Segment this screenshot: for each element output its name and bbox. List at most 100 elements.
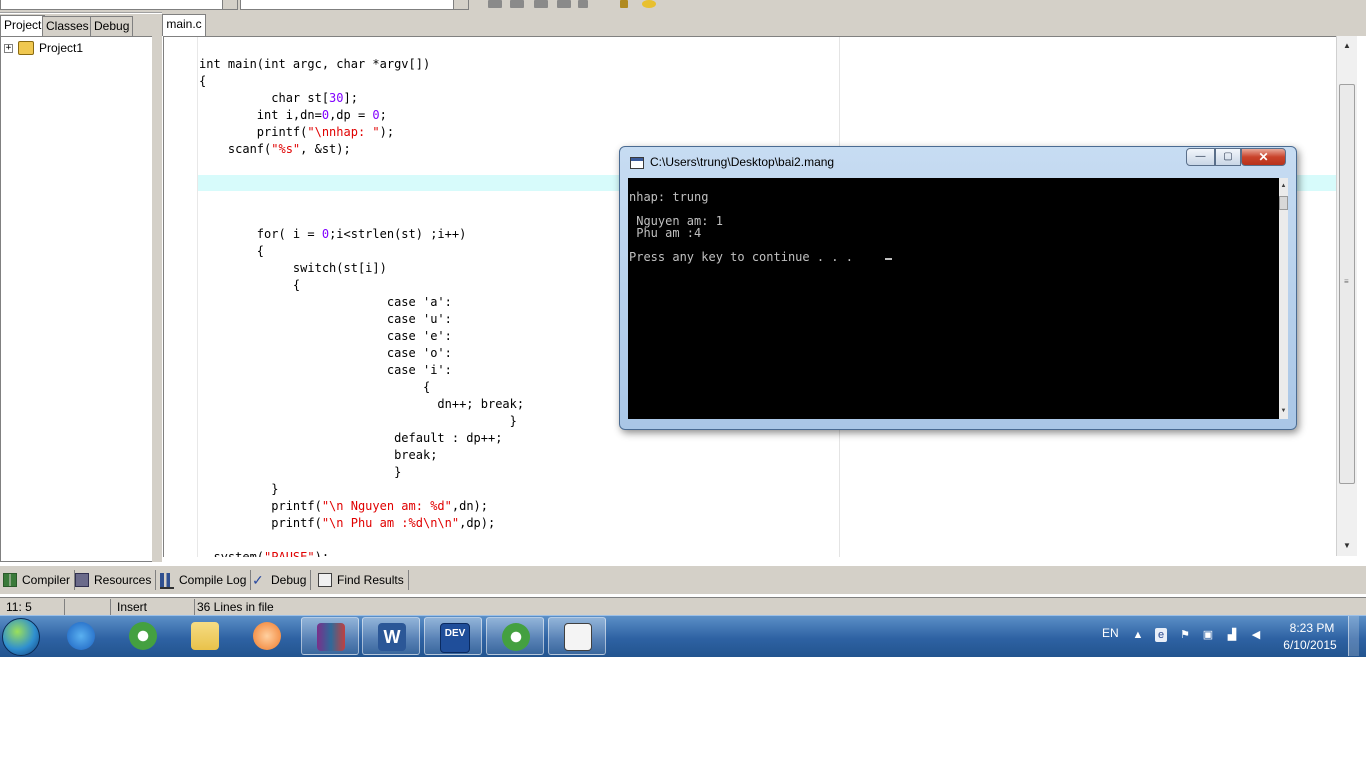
console-line: Press any key to continue . . . [629,250,861,264]
toolbar-combo-1[interactable] [0,0,238,10]
code-token: ,dp = [329,108,373,122]
code-line[interactable]: case 'i': [199,362,452,379]
code-line[interactable]: case 'o': [199,345,452,362]
console-scroll-up-icon[interactable]: ▲ [1279,180,1288,192]
code-token: scanf( [199,142,272,156]
tab-project[interactable]: Project [0,15,46,37]
taskbar-winrar[interactable] [301,617,359,655]
editor-vertical-scrollbar[interactable]: ▲ ≡ ▼ [1336,36,1357,556]
taskbar-ie[interactable] [52,617,110,655]
clock-time[interactable]: 8:23 PM [1288,621,1336,635]
code-line[interactable]: break; [199,447,437,464]
code-line[interactable]: { [199,379,430,396]
console-scroll-thumb[interactable] [1279,196,1288,210]
tab-debug[interactable]: Debug [90,16,134,36]
taskbar-word[interactable]: W [362,617,420,655]
taskbar-media[interactable] [238,617,296,655]
code-line[interactable]: dn++; break; [199,396,524,413]
flag-icon[interactable]: ⚑ [1179,628,1191,642]
project-tree: + Project1 [0,36,153,562]
taskbar-console[interactable] [548,617,606,655]
toolbar-grid-icon[interactable] [488,0,502,8]
code-line[interactable]: int i,dn=0,dp = 0; [199,107,387,124]
code-line[interactable]: printf("\n Phu am :%d\n\n",dp); [199,515,495,532]
code-token: { [199,278,301,292]
code-line[interactable]: char st[30]; [199,90,358,107]
taskbar-explorer[interactable] [176,617,234,655]
winrar-icon [317,623,345,651]
toolbar-dropdown-icon[interactable] [578,0,588,8]
console-app-icon [630,157,644,169]
console-scrollbar[interactable]: ▲ ▼ [1279,178,1288,419]
toolbar-window-icon[interactable] [534,0,548,8]
volume-icon[interactable]: ◀ [1250,628,1262,642]
code-line[interactable]: printf("\n Nguyen am: %d",dn); [199,498,488,515]
show-desktop-button[interactable] [1348,616,1359,656]
tree-item-project1[interactable]: Project1 [39,41,83,55]
code-line[interactable]: default : dp++; [199,430,502,447]
panel-splitter[interactable] [152,14,162,562]
code-line[interactable]: case 'u': [199,311,452,328]
code-token: char st[ [199,91,330,105]
close-button[interactable]: ✕ [1241,148,1286,166]
code-line[interactable]: system("PAUSE"); [199,549,329,557]
taskbar-chrome-like[interactable] [114,617,172,655]
tray-app-icon[interactable]: e [1155,628,1167,642]
signal-icon[interactable]: ▟ [1226,628,1238,642]
console-scroll-down-icon[interactable]: ▼ [1279,405,1288,417]
toolbar-key-icon[interactable] [620,0,628,8]
taskbar-devcpp[interactable]: DEV [424,617,482,655]
maximize-button[interactable]: ▢ [1215,148,1241,166]
console-output[interactable]: nhap: trung Nguyen am: 1 Phu am :4 Press… [628,178,1279,419]
tab-debug-bottom[interactable]: ✓ Debug [249,570,312,590]
taskbar-coccoc-2[interactable] [486,617,544,655]
tab-resources-label: Resources [94,573,152,587]
toolbar-panel-icon[interactable] [510,0,524,8]
code-line[interactable]: for( i = 0;i<strlen(st) ;i++) [199,226,467,243]
code-token: "%s" [271,142,301,156]
code-token: { [199,74,207,88]
console-window[interactable]: C:\Users\trung\Desktop\bai2.mang — ▢ ✕ n… [619,146,1297,430]
minimize-button[interactable]: — [1186,148,1215,166]
scroll-up-icon[interactable]: ▲ [1337,38,1357,54]
toolbar-combo-2[interactable] [240,0,469,10]
tree-expand-icon[interactable]: + [4,44,13,53]
tab-resources[interactable]: Resources [72,570,157,590]
tab-main-c[interactable]: main.c [162,14,206,36]
tray-arrow-icon[interactable]: ▲ [1132,628,1144,642]
code-token: break; [199,448,438,462]
code-line[interactable]: } [199,464,401,481]
usb-icon[interactable]: ▣ [1202,628,1214,642]
tab-find-results[interactable]: Find Results [315,570,409,590]
code-line[interactable]: } [199,481,278,498]
tab-classes[interactable]: Classes [42,16,93,36]
code-line[interactable]: printf("\nnhap: "); [199,124,394,141]
clock-date[interactable]: 6/10/2015 [1282,638,1338,652]
code-token: ,dp); [459,516,496,530]
code-line[interactable]: { [199,243,264,260]
compiler-grid-icon [3,573,17,587]
code-token: case 'e': [199,329,452,343]
code-line[interactable]: switch(st[i]) [199,260,387,277]
language-indicator[interactable]: EN [1102,626,1119,640]
left-panel-tabs: Project Classes Debug [0,14,153,37]
code-line[interactable]: case 'e': [199,328,452,345]
tab-compile-log-label: Compile Log [179,573,247,587]
code-line[interactable]: scanf("%s", &st); [199,141,351,158]
toolbar-tile-icon[interactable] [557,0,571,8]
code-token: 0 [321,227,330,241]
scroll-thumb[interactable]: ≡ [1339,84,1355,484]
start-button[interactable] [2,618,40,656]
line-gutter[interactable] [164,37,198,557]
code-line[interactable]: case 'a': [199,294,452,311]
code-token: case 'a': [199,295,452,309]
tab-compiler[interactable]: Compiler [0,570,76,590]
code-line[interactable]: { [199,73,206,90]
tab-compile-log[interactable]: Compile Log [157,570,252,590]
code-line[interactable]: } [199,413,517,430]
toolbar-smiley-icon[interactable] [642,0,656,8]
code-line[interactable]: { [199,277,300,294]
code-line[interactable]: int main(int argc, char *argv[]) [199,56,430,73]
scroll-down-icon[interactable]: ▼ [1337,538,1357,554]
code-token: int main(int argc, char *argv[]) [199,57,431,71]
